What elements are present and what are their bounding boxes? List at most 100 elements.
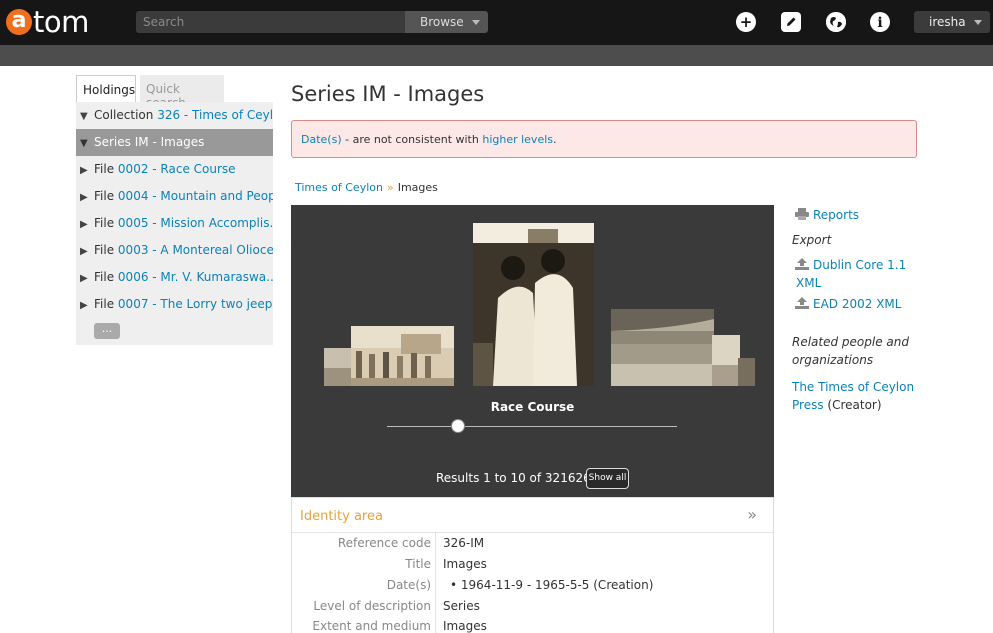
breadcrumb: Times of Ceylon» Images bbox=[295, 181, 438, 194]
collapsed-triangle-icon[interactable]: ▶ bbox=[80, 300, 94, 311]
info-icon[interactable]: i bbox=[870, 12, 890, 32]
field-label: Date(s) bbox=[386, 578, 431, 592]
user-name: iresha bbox=[929, 15, 966, 29]
carousel-thumbnail[interactable] bbox=[324, 348, 354, 386]
collapsed-triangle-icon[interactable]: ▶ bbox=[80, 246, 94, 257]
carousel-slider-handle[interactable] bbox=[451, 419, 465, 433]
tree-item-link[interactable]: 0005 - Mission Accomplis... bbox=[118, 216, 273, 230]
alert-dates-link[interactable]: Date(s) bbox=[301, 133, 342, 146]
edit-icon[interactable] bbox=[781, 12, 801, 32]
tree-item-type: File bbox=[94, 189, 115, 203]
field-value: Series bbox=[443, 599, 480, 613]
user-menu[interactable]: iresha bbox=[914, 11, 990, 33]
field-divider bbox=[435, 533, 436, 633]
add-icon[interactable]: + bbox=[736, 12, 756, 32]
related-heading-line2: organizations bbox=[792, 353, 874, 367]
search-input[interactable]: Search bbox=[136, 11, 406, 33]
expanded-triangle-icon[interactable]: ▼ bbox=[80, 138, 94, 149]
show-all-button[interactable]: Show all bbox=[586, 468, 629, 489]
language-globe-icon[interactable] bbox=[826, 12, 846, 32]
bullet-icon: • bbox=[450, 578, 458, 592]
top-navigation-bar: a tom Search Browse + i iresha bbox=[0, 0, 993, 45]
expanded-triangle-icon[interactable]: ▼ bbox=[80, 111, 94, 122]
load-more-button[interactable]: ... bbox=[94, 323, 120, 339]
browse-dropdown[interactable]: Browse bbox=[405, 11, 488, 33]
field-value: Images bbox=[443, 619, 487, 633]
carousel-caption: Race Course bbox=[490, 400, 575, 414]
reports-link[interactable]: Reports bbox=[792, 208, 859, 222]
alert-text: - are not consistent with bbox=[341, 133, 483, 146]
logo-text: tom bbox=[33, 5, 89, 39]
expand-toggle-icon[interactable]: » bbox=[747, 505, 757, 524]
collapsed-triangle-icon[interactable]: ▶ bbox=[80, 192, 94, 203]
sub-header-bar bbox=[0, 45, 993, 66]
breadcrumb-item-link[interactable]: Times of Ceylon bbox=[295, 181, 383, 194]
tree-item-file[interactable]: ▶ File 0002 - Race Course bbox=[76, 156, 273, 183]
alert-higher-levels-link[interactable]: higher levels bbox=[482, 133, 553, 146]
tree-item-collection[interactable]: ▼Collection 326 - Times of Ceylon bbox=[76, 102, 273, 129]
tree-item-file[interactable]: ▶ File 0004 - Mountain and Peop... bbox=[76, 183, 273, 210]
holdings-tree: ▼Collection 326 - Times of Ceylon ▼Serie… bbox=[76, 102, 273, 345]
field-label: Title bbox=[405, 557, 431, 571]
export-dublin-core-label-2[interactable]: XML bbox=[796, 276, 821, 290]
tree-item-type: File bbox=[94, 270, 115, 284]
export-dublin-core-link[interactable]: Dublin Core 1.1 bbox=[792, 258, 906, 272]
alert-end: . bbox=[553, 133, 557, 146]
tree-item-file[interactable]: ▶ File 0006 - Mr. V. Kumaraswa... bbox=[76, 264, 273, 291]
carousel-thumbnail[interactable] bbox=[712, 335, 740, 386]
tree-item-link[interactable]: 326 - Times of Ceylon bbox=[157, 108, 273, 122]
breadcrumb-separator-icon: » bbox=[386, 181, 394, 194]
tree-item-type: File bbox=[94, 216, 115, 230]
tree-item-series[interactable]: ▼ Series IM - Images bbox=[76, 129, 273, 156]
identity-area-section: Identity area » Reference code 326-IM Ti… bbox=[291, 497, 774, 633]
tree-item-link[interactable]: 0004 - Mountain and Peop... bbox=[118, 189, 273, 203]
related-creator-link[interactable]: The Times of Ceylon bbox=[792, 380, 914, 394]
tree-item-link[interactable]: 0007 - The Lorry two jeeps... bbox=[118, 297, 273, 311]
tree-item-file[interactable]: ▶ File 0003 - A Montereal Olioce... bbox=[76, 237, 273, 264]
carousel-main-image[interactable] bbox=[473, 223, 594, 386]
carousel-thumbnail[interactable] bbox=[611, 309, 714, 386]
related-creator-line2: Press (Creator) bbox=[792, 398, 882, 412]
export-ead-link[interactable]: EAD 2002 XML bbox=[792, 297, 901, 311]
atom-logo[interactable]: a tom bbox=[6, 2, 89, 42]
consistency-alert: Date(s) - are not consistent with higher… bbox=[291, 120, 917, 158]
carousel-thumbnail[interactable] bbox=[351, 326, 454, 386]
collapsed-triangle-icon[interactable]: ▶ bbox=[80, 273, 94, 284]
export-dublin-core-label[interactable]: Dublin Core 1.1 bbox=[813, 258, 906, 272]
tab-quick-search[interactable]: Quick search bbox=[140, 75, 224, 110]
tree-item-file[interactable]: ▶ File 0005 - Mission Accomplis... bbox=[76, 210, 273, 237]
tree-item-type: File bbox=[94, 162, 115, 176]
tree-item-link[interactable]: 0002 - Race Course bbox=[118, 162, 236, 176]
chevron-down-icon bbox=[974, 20, 982, 25]
tree-item-type: File bbox=[94, 243, 115, 257]
field-value: • 1964-11-9 - 1965-5-5 (Creation) bbox=[450, 578, 653, 592]
tree-item-link[interactable]: 0006 - Mr. V. Kumaraswa... bbox=[118, 270, 273, 284]
field-value: 326-IM bbox=[443, 536, 485, 550]
reports-label[interactable]: Reports bbox=[813, 208, 859, 222]
tree-item-type: Series bbox=[94, 135, 131, 149]
export-heading: Export bbox=[792, 233, 832, 247]
identity-area-title: Identity area bbox=[300, 509, 383, 524]
creator-name-line1[interactable]: The Times of Ceylon bbox=[792, 380, 914, 394]
collapsed-triangle-icon[interactable]: ▶ bbox=[80, 165, 94, 176]
logo-letter: a bbox=[6, 9, 32, 35]
related-heading: Related people and bbox=[792, 335, 909, 349]
export-dublin-core-link-line2[interactable]: XML bbox=[796, 276, 821, 290]
creator-name-line2[interactable]: Press bbox=[792, 398, 824, 412]
tree-item-file[interactable]: ▶ File 0007 - The Lorry two jeeps... bbox=[76, 291, 273, 318]
carousel-thumbnail[interactable] bbox=[738, 358, 755, 386]
collapsed-triangle-icon[interactable]: ▶ bbox=[80, 219, 94, 230]
tree-item-link[interactable]: 0003 - A Montereal Olioce... bbox=[118, 243, 273, 257]
field-value: Images bbox=[443, 557, 487, 571]
tree-item-link[interactable]: IM - Images bbox=[135, 135, 205, 149]
image-carousel: Race Course Results 1 to 10 of 321626 Sh… bbox=[291, 205, 774, 497]
carousel-slider-track[interactable] bbox=[387, 426, 677, 427]
tab-holdings[interactable]: Holdings bbox=[76, 75, 136, 102]
export-ead-label[interactable]: EAD 2002 XML bbox=[813, 297, 901, 311]
upload-icon bbox=[795, 258, 809, 270]
printer-icon bbox=[795, 208, 809, 220]
identity-area-header[interactable]: Identity area » bbox=[292, 498, 773, 533]
date-value: 1964-11-9 - 1965-5-5 (Creation) bbox=[460, 578, 654, 592]
field-label: Extent and medium bbox=[312, 619, 431, 633]
page-title: Series IM - Images bbox=[291, 82, 485, 106]
